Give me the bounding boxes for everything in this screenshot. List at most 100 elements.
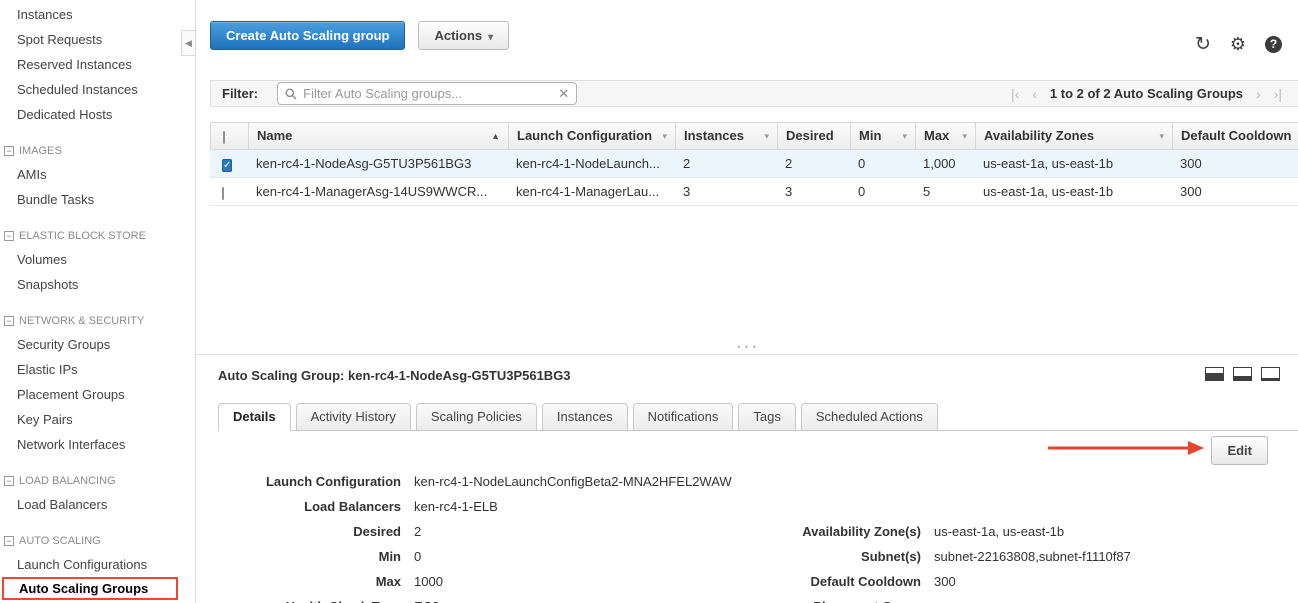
table-header-row: Name▲ Launch Configuration▾ Instances▾ D… bbox=[210, 122, 1298, 150]
sidebar-item-volumes[interactable]: Volumes bbox=[0, 247, 195, 272]
sidebar-item-auto-scaling-groups[interactable]: Auto Scaling Groups bbox=[2, 577, 178, 600]
sidebar-item-bundle-tasks[interactable]: Bundle Tasks bbox=[0, 187, 195, 212]
sidebar: Instances Spot Requests Reserved Instanc… bbox=[0, 0, 196, 603]
row-checkbox[interactable]: ✓ bbox=[222, 159, 232, 172]
caret-down-icon: ▾ bbox=[488, 32, 493, 43]
sidebar-item-placement-groups[interactable]: Placement Groups bbox=[0, 382, 195, 407]
filter-search-box[interactable]: ✕ bbox=[277, 82, 577, 105]
clear-filter-icon[interactable]: ✕ bbox=[558, 86, 569, 102]
field-value: ken-rc4-1-NodeLaunchConfigBeta2-MNA2HFEL… bbox=[414, 469, 732, 494]
main-content: Create Auto Scaling group Actions▾ ↻ ⚙ ?… bbox=[196, 0, 1298, 603]
tab-instances[interactable]: Instances bbox=[542, 403, 628, 430]
table-row[interactable]: ✓ ken-rc4-1-NodeAsg-G5TU3P561BG3 ken-rc4… bbox=[210, 150, 1298, 178]
gear-icon[interactable]: ⚙ bbox=[1230, 34, 1246, 55]
details-tab-bar: Details Activity History Scaling Policie… bbox=[218, 403, 1298, 431]
tab-scaling-policies[interactable]: Scaling Policies bbox=[416, 403, 537, 430]
sidebar-section-network-security[interactable]: − NETWORK & SECURITY bbox=[0, 310, 195, 332]
sort-asc-icon: ▲ bbox=[491, 123, 500, 149]
column-header-launch-configuration[interactable]: Launch Configuration▾ bbox=[509, 123, 676, 149]
tab-scheduled-actions[interactable]: Scheduled Actions bbox=[801, 403, 938, 430]
field-default-cooldown: Default Cooldown 300 bbox=[736, 569, 1296, 594]
field-label: Availability Zone(s) bbox=[736, 519, 934, 544]
pagination: |‹ ‹ 1 to 2 of 2 Auto Scaling Groups › ›… bbox=[1011, 86, 1298, 102]
create-auto-scaling-group-button[interactable]: Create Auto Scaling group bbox=[210, 21, 405, 50]
tab-activity-history[interactable]: Activity History bbox=[296, 403, 411, 430]
sidebar-item-spot-requests[interactable]: Spot Requests bbox=[0, 27, 195, 52]
table-row[interactable]: ken-rc4-1-ManagerAsg-14US9WWCR... ken-rc… bbox=[210, 178, 1298, 206]
collapse-left-icon: ◀ bbox=[185, 38, 192, 49]
cell-instances: 2 bbox=[675, 150, 777, 177]
filter-input[interactable] bbox=[303, 86, 552, 101]
sidebar-section-label: IMAGES bbox=[19, 145, 62, 157]
cell-availability-zones: us-east-1a, us-east-1b bbox=[975, 150, 1172, 177]
panel-splitter-handle[interactable]: • • • bbox=[196, 341, 1298, 353]
sidebar-item-network-interfaces[interactable]: Network Interfaces bbox=[0, 432, 195, 457]
edit-button[interactable]: Edit bbox=[1211, 436, 1268, 465]
column-header-availability-zones[interactable]: Availability Zones ▾ bbox=[976, 123, 1173, 149]
field-value: us-east-1a, us-east-1b bbox=[934, 519, 1064, 544]
field-label: Health Check Type bbox=[218, 594, 414, 603]
sidebar-section-elastic-block-store[interactable]: − ELASTIC BLOCK STORE bbox=[0, 225, 195, 247]
sidebar-item-launch-configurations[interactable]: Launch Configurations bbox=[0, 552, 195, 577]
last-page-icon[interactable]: ›| bbox=[1274, 86, 1282, 102]
field-label: Min bbox=[218, 544, 414, 569]
column-header-label: Max bbox=[924, 128, 949, 143]
caret-down-icon: ▾ bbox=[1159, 123, 1164, 149]
cell-availability-zones: us-east-1a, us-east-1b bbox=[975, 178, 1172, 205]
sidebar-section-auto-scaling[interactable]: − AUTO SCALING bbox=[0, 530, 195, 552]
sidebar-item-snapshots[interactable]: Snapshots bbox=[0, 272, 195, 297]
layout-half-pane-icon[interactable] bbox=[1233, 367, 1252, 381]
column-header-name[interactable]: Name ▲ bbox=[249, 123, 509, 149]
refresh-icon[interactable]: ↻ bbox=[1195, 33, 1211, 56]
filter-label: Filter: bbox=[222, 86, 258, 101]
row-checkbox-cell: ✓ bbox=[210, 150, 248, 177]
sidebar-item-dedicated-hosts[interactable]: Dedicated Hosts bbox=[0, 102, 195, 127]
tab-details[interactable]: Details bbox=[218, 403, 291, 431]
field-subnets: Subnet(s) subnet-22163808,subnet-f1110f8… bbox=[736, 544, 1296, 569]
field-value: 1000 bbox=[414, 569, 443, 594]
column-header-label: Availability Zones bbox=[984, 128, 1094, 143]
sidebar-item-reserved-instances[interactable]: Reserved Instances bbox=[0, 52, 195, 77]
cell-name: ken-rc4-1-ManagerAsg-14US9WWCR... bbox=[248, 178, 508, 205]
toolbar: Create Auto Scaling group Actions▾ bbox=[210, 21, 509, 50]
sidebar-item-security-groups[interactable]: Security Groups bbox=[0, 332, 195, 357]
sidebar-section-images[interactable]: − IMAGES bbox=[0, 140, 195, 162]
field-label: Placement Group bbox=[736, 594, 934, 603]
tab-notifications[interactable]: Notifications bbox=[633, 403, 734, 430]
column-header-max[interactable]: Max ▾ bbox=[916, 123, 976, 149]
cell-max: 5 bbox=[915, 178, 975, 205]
actions-button[interactable]: Actions▾ bbox=[418, 21, 509, 50]
sidebar-item-amis[interactable]: AMIs bbox=[0, 162, 195, 187]
column-header-label: Name bbox=[257, 128, 292, 143]
sidebar-item-load-balancers[interactable]: Load Balancers bbox=[0, 492, 195, 517]
first-page-icon[interactable]: |‹ bbox=[1011, 86, 1019, 102]
column-header-instances[interactable]: Instances▾ bbox=[676, 123, 778, 149]
cell-name: ken-rc4-1-NodeAsg-G5TU3P561BG3 bbox=[248, 150, 508, 177]
sidebar-item-key-pairs[interactable]: Key Pairs bbox=[0, 407, 195, 432]
sidebar-item-scheduled-instances[interactable]: Scheduled Instances bbox=[0, 77, 195, 102]
sidebar-section-label: NETWORK & SECURITY bbox=[19, 315, 144, 327]
prev-page-icon[interactable]: ‹ bbox=[1032, 86, 1037, 102]
search-icon bbox=[285, 88, 297, 100]
column-header-label: Launch Configuration bbox=[517, 128, 652, 143]
sidebar-section-load-balancing[interactable]: − LOAD BALANCING bbox=[0, 470, 195, 492]
column-header-default-cooldown[interactable]: Default Cooldown bbox=[1173, 123, 1298, 149]
sidebar-collapse-button[interactable]: ◀ bbox=[181, 30, 195, 56]
field-load-balancers: Load Balancers ken-rc4-1-ELB bbox=[218, 494, 898, 519]
column-header-desired[interactable]: Desired▾ bbox=[778, 123, 851, 149]
row-checkbox[interactable] bbox=[222, 187, 224, 200]
column-header-min[interactable]: Min▾ bbox=[851, 123, 916, 149]
pane-layout-controls bbox=[1205, 367, 1280, 381]
tab-tags[interactable]: Tags bbox=[738, 403, 795, 430]
sidebar-item-instances[interactable]: Instances bbox=[0, 2, 195, 27]
sidebar-item-elastic-ips[interactable]: Elastic IPs bbox=[0, 357, 195, 382]
field-value: EC2 bbox=[414, 594, 439, 603]
help-icon[interactable]: ? bbox=[1265, 36, 1282, 53]
caret-down-icon: ▾ bbox=[962, 123, 967, 149]
layout-split-pane-icon[interactable] bbox=[1205, 367, 1224, 381]
layout-full-pane-icon[interactable] bbox=[1261, 367, 1280, 381]
annotation-arrow bbox=[1046, 439, 1206, 457]
select-all-checkbox[interactable] bbox=[223, 131, 225, 144]
next-page-icon[interactable]: › bbox=[1256, 86, 1261, 102]
cell-launch-configuration: ken-rc4-1-NodeLaunch... bbox=[508, 150, 675, 177]
